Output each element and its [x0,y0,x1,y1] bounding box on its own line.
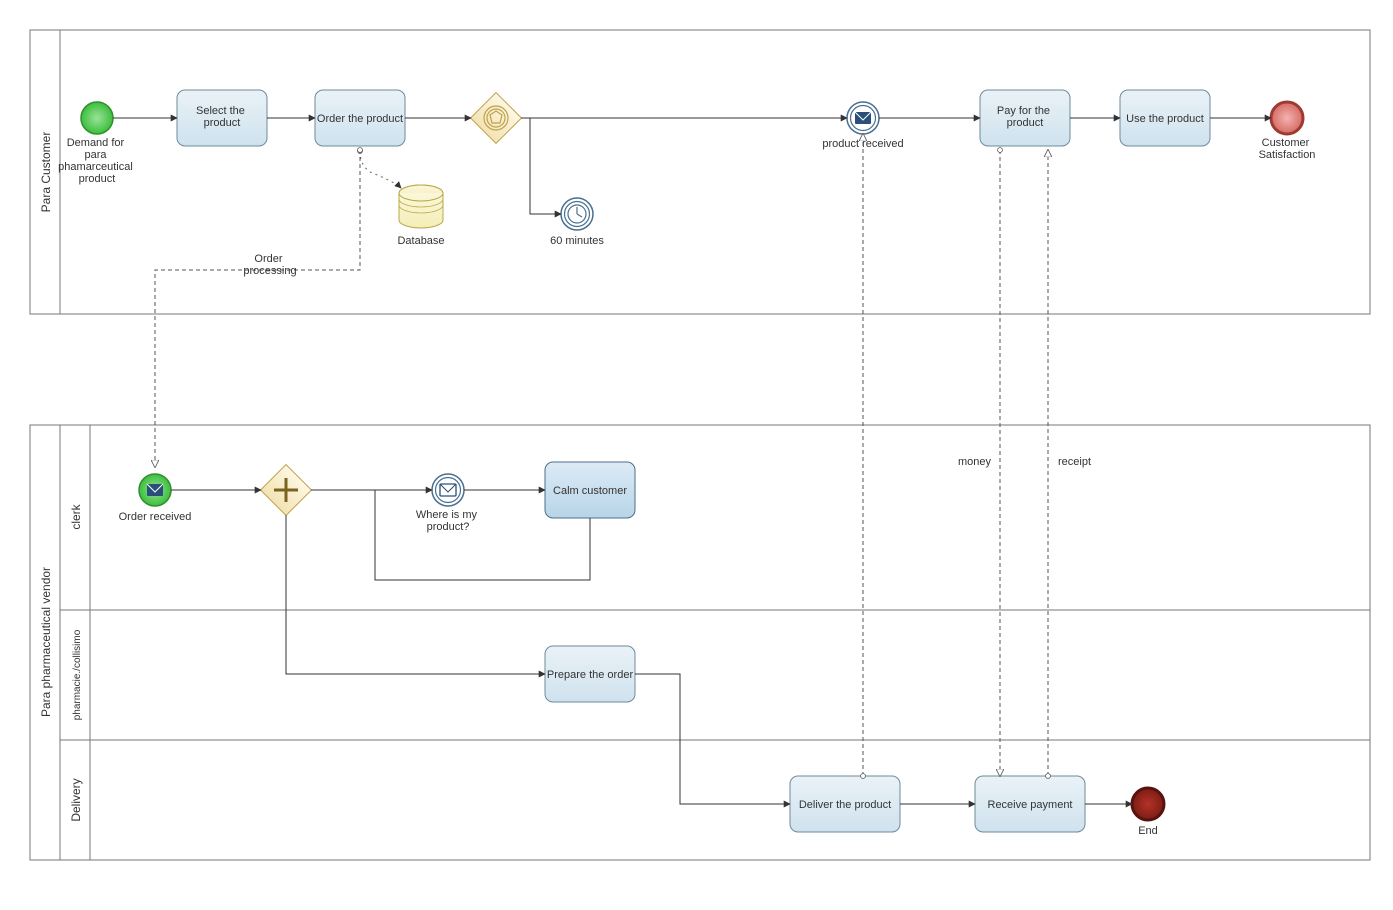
end-event-satisfaction-label: Customer Satisfaction [1259,137,1316,161]
svg-text:Use the product: Use the product [1126,113,1204,125]
task-order-product[interactable]: Order the product [315,90,405,146]
start-event-order-received[interactable] [139,474,171,506]
task-deliver-product[interactable]: Deliver the product [790,776,900,832]
end-event-vendor-label: End [1138,825,1158,837]
lane-delivery-label: Delivery [69,778,83,821]
data-store-database-label: Database [397,235,444,247]
msgflow-money-label: money [958,456,992,468]
task-prepare-order[interactable]: Prepare the order [545,646,635,702]
end-event-satisfaction[interactable] [1271,102,1303,134]
task-select-product[interactable]: Select the product [177,90,267,146]
pool-customer-label: Para Customer [39,132,53,213]
pool-vendor-label: Para pharmaceutical vendor [39,567,53,717]
pool-customer: Para Customer [30,30,1370,314]
end-event-vendor[interactable] [1132,788,1164,820]
svg-text:Order the product: Order the product [317,113,403,125]
svg-text:Receive payment: Receive payment [988,799,1073,811]
lane-clerk-label: clerk [69,503,83,529]
event-timer-60min[interactable] [561,198,593,230]
start-event-demand[interactable] [81,102,113,134]
event-product-received[interactable] [847,102,879,134]
svg-text:Select the product: Select the product [196,105,248,129]
task-use-product[interactable]: Use the product [1120,90,1210,146]
event-timer-60min-label: 60 minutes [550,235,604,247]
task-pay-product[interactable]: Pay for the product [980,90,1070,146]
lane-pharmacie-label: pharmacie./collisimo [72,629,83,720]
svg-text:Prepare the order: Prepare the order [547,669,634,681]
data-store-database[interactable] [399,185,443,228]
svg-text:Calm customer: Calm customer [553,485,627,497]
msgflow-receipt-label: receipt [1058,456,1091,468]
event-where-is-my-product[interactable] [432,474,464,506]
task-calm-customer[interactable]: Calm customer [545,462,635,518]
svg-text:Deliver the product: Deliver the product [799,799,891,811]
start-event-order-received-label: Order received [119,511,192,523]
task-receive-payment[interactable]: Receive payment [975,776,1085,832]
